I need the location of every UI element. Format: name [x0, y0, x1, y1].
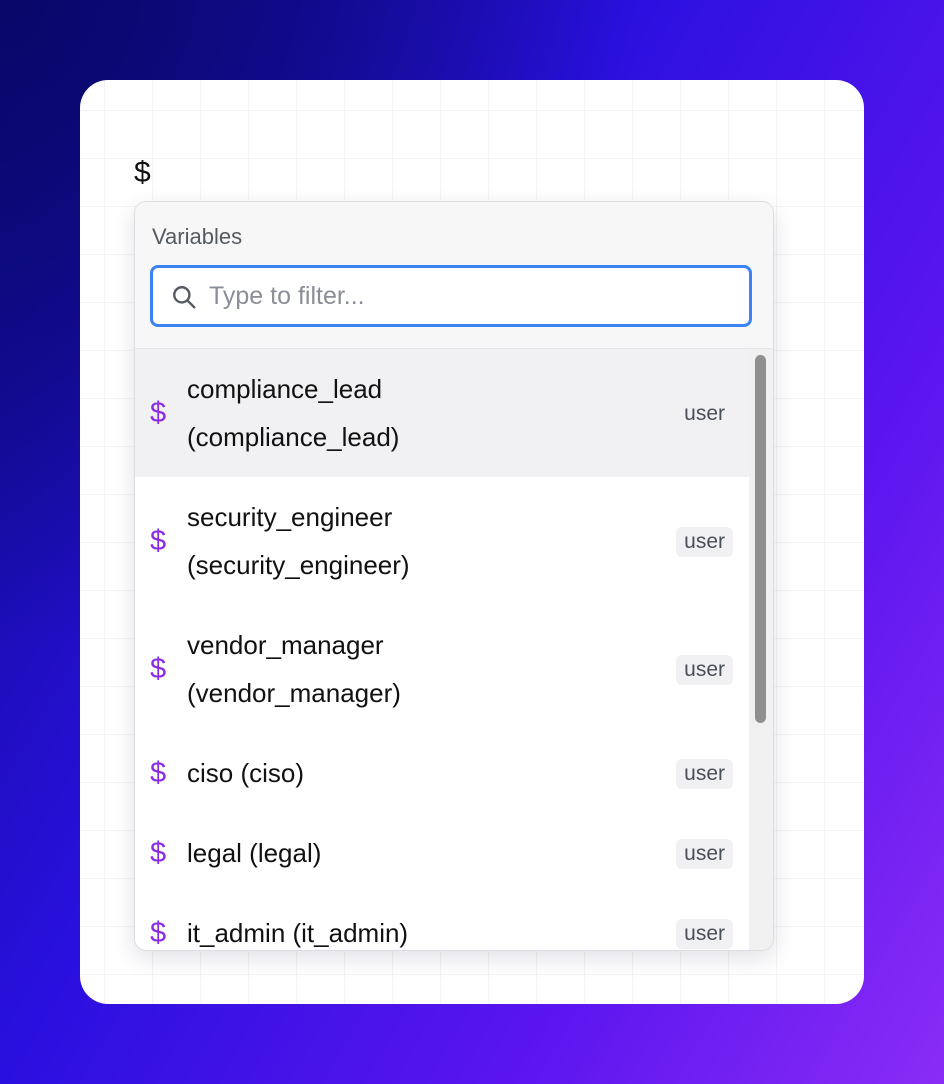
dollar-icon: $ — [150, 917, 167, 949]
variable-label: compliance_lead (compliance_lead) — [187, 365, 627, 461]
search-input[interactable] — [209, 268, 739, 324]
dollar-icon: $ — [150, 757, 167, 789]
list-item[interactable]: $ vendor_manager (vendor_manager) user — [135, 605, 749, 733]
variable-name: security_engineer — [187, 502, 393, 532]
variable-label: security_engineer (security_engineer) — [187, 493, 627, 589]
list-item[interactable]: $ ciso (ciso) user — [135, 733, 749, 813]
editor-card: $ Variables $ compliance_lead (complianc… — [80, 80, 864, 1004]
variable-name: vendor_manager — [187, 630, 384, 660]
variables-popover: Variables $ compliance_lead (compliance_… — [134, 201, 774, 951]
search-icon — [173, 286, 196, 309]
scrollbar-thumb[interactable] — [755, 355, 766, 723]
list-item[interactable]: $ legal (legal) user — [135, 813, 749, 893]
dollar-icon: $ — [150, 837, 167, 869]
list-item[interactable]: $ compliance_lead (compliance_lead) user — [135, 349, 749, 477]
variable-key: (compliance_lead) — [187, 422, 400, 452]
type-badge: user — [684, 402, 725, 425]
variable-label: vendor_manager (vendor_manager) — [187, 621, 627, 717]
section-title: Variables — [152, 224, 243, 249]
variable-key: (security_engineer) — [187, 550, 410, 580]
variable-name: compliance_lead — [187, 374, 383, 404]
dollar-icon: $ — [150, 525, 167, 557]
search-box[interactable] — [150, 265, 752, 327]
list-item[interactable]: $ security_engineer (security_engineer) … — [135, 477, 749, 605]
trigger-text: $ — [134, 156, 151, 189]
type-badge: user — [676, 655, 733, 685]
type-badge: user — [676, 919, 733, 949]
popover-header: Variables — [135, 202, 773, 349]
variable-name: it_admin (it_admin) — [187, 918, 409, 948]
type-badge: user — [676, 759, 733, 789]
variable-key: (vendor_manager) — [187, 678, 401, 708]
variables-list: $ compliance_lead (compliance_lead) user… — [135, 349, 749, 950]
variable-name: ciso (ciso) — [187, 758, 305, 788]
type-badge: user — [676, 527, 733, 557]
dollar-icon: $ — [150, 653, 167, 685]
list-item[interactable]: $ it_admin (it_admin) user — [135, 893, 749, 950]
dollar-icon: $ — [150, 397, 167, 429]
type-badge: user — [676, 839, 733, 869]
variable-name: legal (legal) — [187, 838, 322, 868]
scrollbar-track[interactable] — [749, 349, 773, 950]
